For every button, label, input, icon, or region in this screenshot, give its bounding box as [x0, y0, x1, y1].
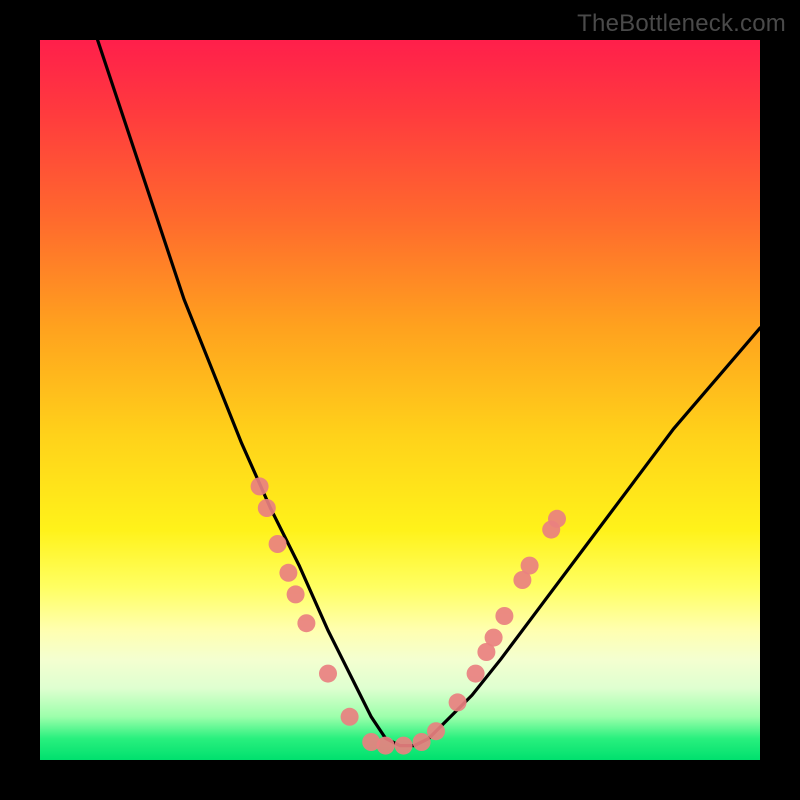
plot-area	[40, 40, 760, 760]
data-marker	[269, 535, 287, 553]
data-marker	[287, 585, 305, 603]
data-marker	[297, 614, 315, 632]
marker-group	[251, 477, 566, 754]
data-marker	[548, 510, 566, 528]
data-marker	[495, 607, 513, 625]
data-marker	[467, 665, 485, 683]
data-marker	[521, 557, 539, 575]
data-marker	[449, 693, 467, 711]
chart-frame: TheBottleneck.com	[0, 0, 800, 800]
data-marker	[279, 564, 297, 582]
data-marker	[319, 665, 337, 683]
data-marker	[341, 708, 359, 726]
data-marker	[395, 737, 413, 755]
data-marker	[377, 737, 395, 755]
watermark-text: TheBottleneck.com	[577, 10, 786, 38]
data-marker	[258, 499, 276, 517]
data-marker	[413, 733, 431, 751]
data-marker	[427, 722, 445, 740]
chart-svg	[40, 40, 760, 760]
data-marker	[485, 629, 503, 647]
data-marker	[251, 477, 269, 495]
bottleneck-curve	[98, 40, 760, 746]
